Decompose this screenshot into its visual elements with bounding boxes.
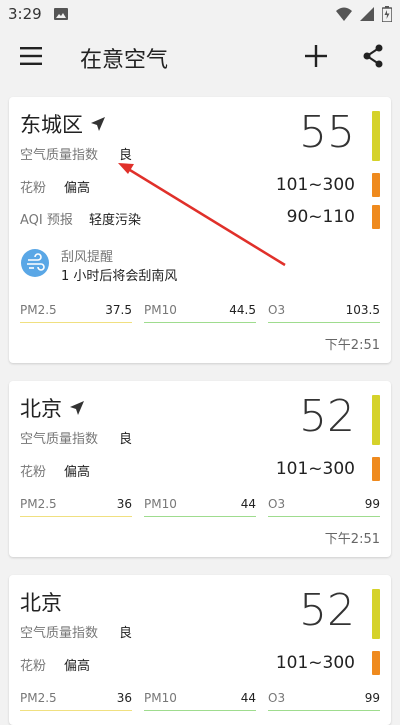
pollutant-pm10: PM10 44.5	[144, 303, 256, 323]
pollutant-pm25: PM2.5 36	[20, 497, 132, 517]
add-icon[interactable]	[305, 45, 327, 67]
aqi-level-bar	[372, 111, 380, 161]
city-card[interactable]: 北京 52 空气质量指数 良 花粉 偏高 101~300 PM2.5 36 PM…	[9, 575, 391, 725]
pollutant-name: O3	[268, 303, 286, 317]
pollutant-o3: O3 103.5	[268, 303, 380, 323]
pollutant-pm25: PM2.5 36	[20, 691, 132, 711]
pollen-level-bar	[372, 173, 380, 197]
pollutant-o3: O3 99	[268, 497, 380, 517]
pollen-level-bar	[372, 457, 380, 481]
pollen-range: 101~300	[275, 653, 355, 673]
location-arrow-icon	[91, 117, 105, 131]
pollutant-pm25: PM2.5 37.5	[20, 303, 132, 323]
city-name: 北京	[20, 587, 62, 617]
aqi-level-bar	[372, 395, 380, 445]
pollutant-value: 36	[116, 691, 132, 705]
pollutant-name: PM10	[144, 303, 177, 317]
pollutant-name: PM2.5	[20, 691, 57, 705]
city-name: 东城区	[20, 109, 105, 139]
city-name-text: 北京	[20, 591, 62, 615]
pollen-level: 偏高	[64, 659, 91, 674]
aqi-label: 空气质量指数	[20, 626, 99, 641]
wind-alert-icon	[21, 249, 49, 277]
pollutant-name: PM2.5	[20, 303, 57, 317]
pollutant-value: 37.5	[105, 303, 132, 317]
city-name: 北京	[20, 393, 84, 423]
aqi-level-bar	[372, 589, 380, 639]
pollen-range: 101~300	[275, 175, 355, 195]
pollutant-o3: O3 99	[268, 691, 380, 711]
status-bar: 3:29	[0, 0, 400, 28]
update-time: 下午2:51	[324, 532, 380, 547]
aqi-value: 52	[299, 391, 355, 442]
aqi-level: 良	[119, 148, 133, 163]
status-time: 3:29	[8, 5, 42, 23]
pollutant-name: PM10	[144, 497, 177, 511]
pollutant-name: PM10	[144, 691, 177, 705]
pollen-label: 花粉	[20, 659, 47, 674]
pollutant-value: 44	[240, 691, 256, 705]
city-name-text: 北京	[20, 397, 62, 421]
pollutant-value: 103.5	[345, 303, 380, 317]
pollutant-name: O3	[268, 497, 286, 511]
pollutant-name: O3	[268, 691, 286, 705]
pollen-level: 偏高	[64, 465, 91, 480]
menu-icon[interactable]	[20, 47, 42, 65]
aqi-level: 良	[119, 626, 133, 641]
aqi-level: 良	[119, 432, 133, 447]
aqi-label: 空气质量指数	[20, 148, 99, 163]
aqi-label: 空气质量指数	[20, 432, 99, 447]
alert-title: 刮风提醒	[61, 250, 114, 265]
page-title: 在意空气	[80, 48, 169, 73]
pollutant-value: 99	[364, 497, 380, 511]
update-time: 下午2:51	[324, 338, 380, 353]
aqi-value: 55	[299, 107, 355, 158]
pollen-label: 花粉	[20, 465, 47, 480]
pollutant-pm10: PM10 44	[144, 691, 256, 711]
pollen-range: 101~300	[275, 459, 355, 479]
wifi-icon	[336, 7, 352, 21]
city-name-text: 东城区	[20, 113, 83, 137]
aqi-value: 52	[299, 585, 355, 636]
forecast-label: AQI 预报	[20, 213, 73, 228]
city-card[interactable]: 东城区 55 空气质量指数 良 花粉 偏高 101~300 AQI 预报 轻度污…	[9, 97, 391, 363]
app-bar: 在意空气	[0, 28, 400, 86]
share-icon[interactable]	[362, 44, 384, 68]
battery-icon	[382, 6, 392, 22]
pollen-level: 偏高	[64, 181, 91, 196]
forecast-level: 轻度污染	[89, 213, 142, 228]
pollen-label: 花粉	[20, 181, 47, 196]
city-card[interactable]: 北京 52 空气质量指数 良 花粉 偏高 101~300 PM2.5 36 PM…	[9, 381, 391, 557]
pollutant-value: 99	[364, 691, 380, 705]
image-notification-icon	[53, 8, 68, 20]
pollutant-name: PM2.5	[20, 497, 57, 511]
pollutant-pm10: PM10 44	[144, 497, 256, 517]
signal-icon	[360, 7, 374, 21]
forecast-range: 90~110	[286, 207, 355, 227]
forecast-level-bar	[372, 205, 380, 229]
pollutant-value: 44	[240, 497, 256, 511]
pollutant-value: 36	[116, 497, 132, 511]
pollutant-value: 44.5	[229, 303, 256, 317]
location-arrow-icon	[70, 401, 84, 415]
alert-text: 1 小时后将会刮南风	[61, 269, 178, 284]
pollen-level-bar	[372, 651, 380, 675]
